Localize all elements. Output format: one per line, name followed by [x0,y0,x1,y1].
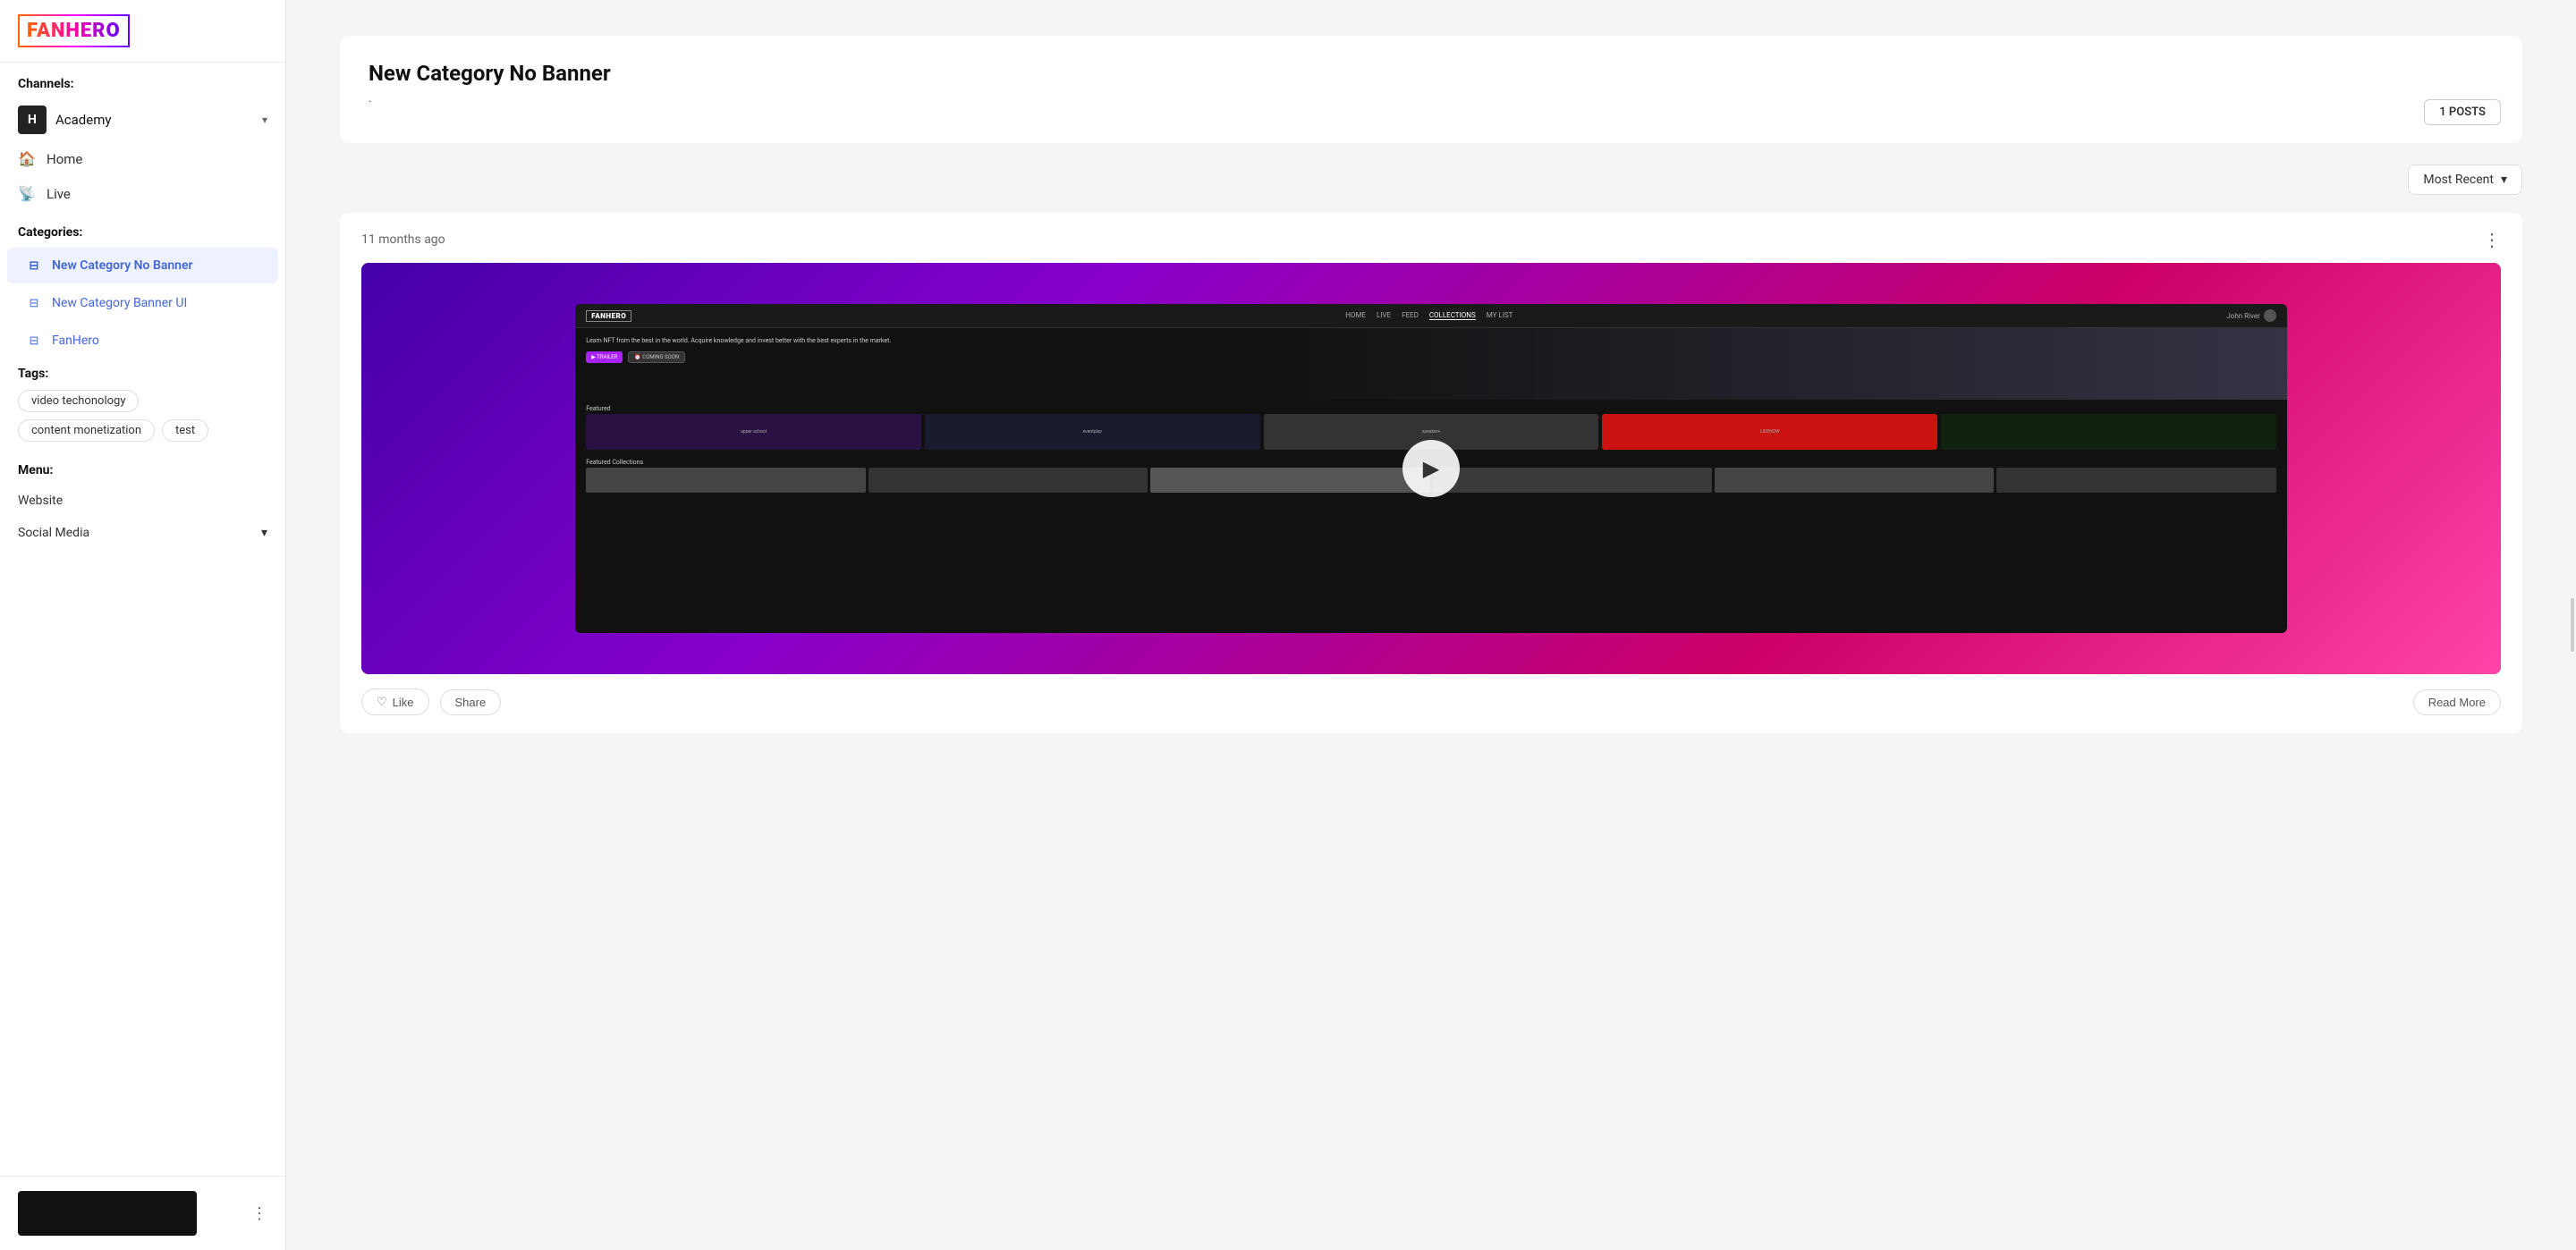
inner-hero-text: Learn NFT from the best in the world. Ac… [586,337,1515,346]
inner-user-name: John River [2226,312,2259,320]
tags-container: video techonology content monetization t… [18,390,267,442]
tags-label: Tags: [18,367,267,381]
inner-nav: FANHERO HOME LIVE FEED COLLECTIONS MY LI… [575,304,2287,328]
inner-nav-collections: COLLECTIONS [1429,311,1476,320]
post-more-icon[interactable]: ⋮ [2483,231,2501,249]
post-card: 11 months ago ⋮ FANHERO HOME LIVE FEED C… [340,213,2522,733]
live-icon: 📡 [18,185,36,202]
like-icon: ♡ [377,695,387,709]
inner-card-4: LIDENOW [1602,414,1937,450]
category-subtitle: . [369,91,2494,106]
inner-card-2: eventplay [925,414,1260,450]
inner-card-5 [1941,414,2276,450]
menu-item-website[interactable]: Website [0,485,285,517]
menu-label: Menu: [0,456,285,485]
inner-coll-6 [1996,468,2275,493]
nav-home-label: Home [47,151,82,167]
inner-featured-label: Featured [575,400,2287,414]
share-button[interactable]: Share [440,689,502,715]
category-label-2: New Category Banner UI [52,296,187,310]
social-media-chevron-icon: ▾ [261,526,267,540]
social-media-label: Social Media [18,526,89,540]
filter-chevron-icon: ▾ [2501,173,2507,187]
category-icon-3: ⊟ [25,332,43,350]
post-thumbnail[interactable]: FANHERO HOME LIVE FEED COLLECTIONS MY LI… [361,263,2501,674]
tag-video-technology[interactable]: video techonology [18,390,139,412]
sidebar-item-fanhero[interactable]: ⊟ FanHero [7,323,278,359]
sidebar-item-new-category-banner-ui[interactable]: ⊟ New Category Banner UI [7,285,278,321]
channel-icon: H [18,106,47,134]
inner-logo: FANHERO [586,310,631,322]
category-icon-2: ⊟ [25,294,43,312]
main-content: New Category No Banner . 1 POSTS Most Re… [286,0,2576,1250]
nav-live-label: Live [47,186,71,202]
inner-btns: ▶ TRAILER ⏰ COMING SOON [586,351,2276,363]
home-icon: 🏠 [18,150,36,167]
inner-nav-feed: FEED [1402,311,1419,320]
category-icon-1: ⊟ [25,257,43,274]
post-header: 11 months ago ⋮ [361,231,2501,249]
filter-dropdown[interactable]: Most Recent ▾ [2408,165,2522,195]
sidebar: FANHERO Channels: H Academy ▾ 🏠 Home 📡 L… [0,0,286,1250]
category-label-3: FanHero [52,334,99,348]
nav-item-home[interactable]: 🏠 Home [0,141,285,176]
bottom-dots-icon[interactable]: ⋮ [251,1204,267,1223]
inner-trailer-btn: ▶ TRAILER [586,351,623,363]
inner-nav-live: LIVE [1377,311,1391,320]
bottom-black-bar [18,1191,197,1236]
read-more-label: Read More [2428,696,2486,709]
inner-coll-1 [586,468,865,493]
channel-selector[interactable]: H Academy ▾ [0,98,285,141]
category-label-1: New Category No Banner [52,258,193,273]
filter-bar: Most Recent ▾ [340,165,2522,195]
channel-chevron-icon: ▾ [262,114,267,126]
sidebar-bottom: ⋮ [0,1176,285,1250]
read-more-button[interactable]: Read More [2413,689,2501,715]
logo-box: FANHERO [18,14,130,47]
share-label: Share [455,696,487,709]
tag-test[interactable]: test [162,419,208,442]
category-title: New Category No Banner [369,61,2494,86]
sidebar-logo: FANHERO [0,0,285,63]
channel-name: Academy [55,112,253,128]
posts-count-badge[interactable]: 1 POSTS [2424,99,2501,125]
tag-content-monetization[interactable]: content monetization [18,419,155,442]
post-timestamp: 11 months ago [361,232,445,247]
inner-avatar [2264,309,2276,322]
inner-coll-4 [1433,468,1712,493]
nav-item-live[interactable]: 📡 Live [0,176,285,211]
menu-section: Menu: Website Social Media ▾ [0,449,285,556]
inner-hero: Learn NFT from the best in the world. Ac… [575,328,2287,400]
inner-coll-2 [869,468,1148,493]
inner-user: John River [2226,309,2275,322]
inner-nav-links: HOME LIVE FEED COLLECTIONS MY LIST [646,311,2212,320]
play-button[interactable]: ▶ [1402,440,1460,497]
inner-card-1: upper school [586,414,921,450]
like-button[interactable]: ♡ Like [361,688,429,715]
inner-coll-5 [1715,468,1994,493]
channels-label: Channels: [0,63,285,98]
inner-coming-soon-btn: ⏰ COMING SOON [628,351,685,363]
scrollbar-indicator [2571,598,2574,652]
sidebar-item-new-category-no-banner[interactable]: ⊟ New Category No Banner [7,248,278,283]
category-header-card: New Category No Banner . 1 POSTS [340,36,2522,143]
filter-label: Most Recent [2423,173,2494,187]
post-footer: ♡ Like Share Read More [361,688,2501,715]
menu-item-social-media[interactable]: Social Media ▾ [0,517,285,549]
like-label: Like [393,696,414,709]
inner-nav-mylist: MY LIST [1487,311,1513,320]
inner-nav-home: HOME [1345,311,1366,320]
inner-coll-3 [1150,468,1429,493]
tags-section: Tags: video techonology content monetiza… [0,359,285,449]
categories-label: Categories: [0,211,285,247]
logo-text: FANHERO [27,20,121,42]
